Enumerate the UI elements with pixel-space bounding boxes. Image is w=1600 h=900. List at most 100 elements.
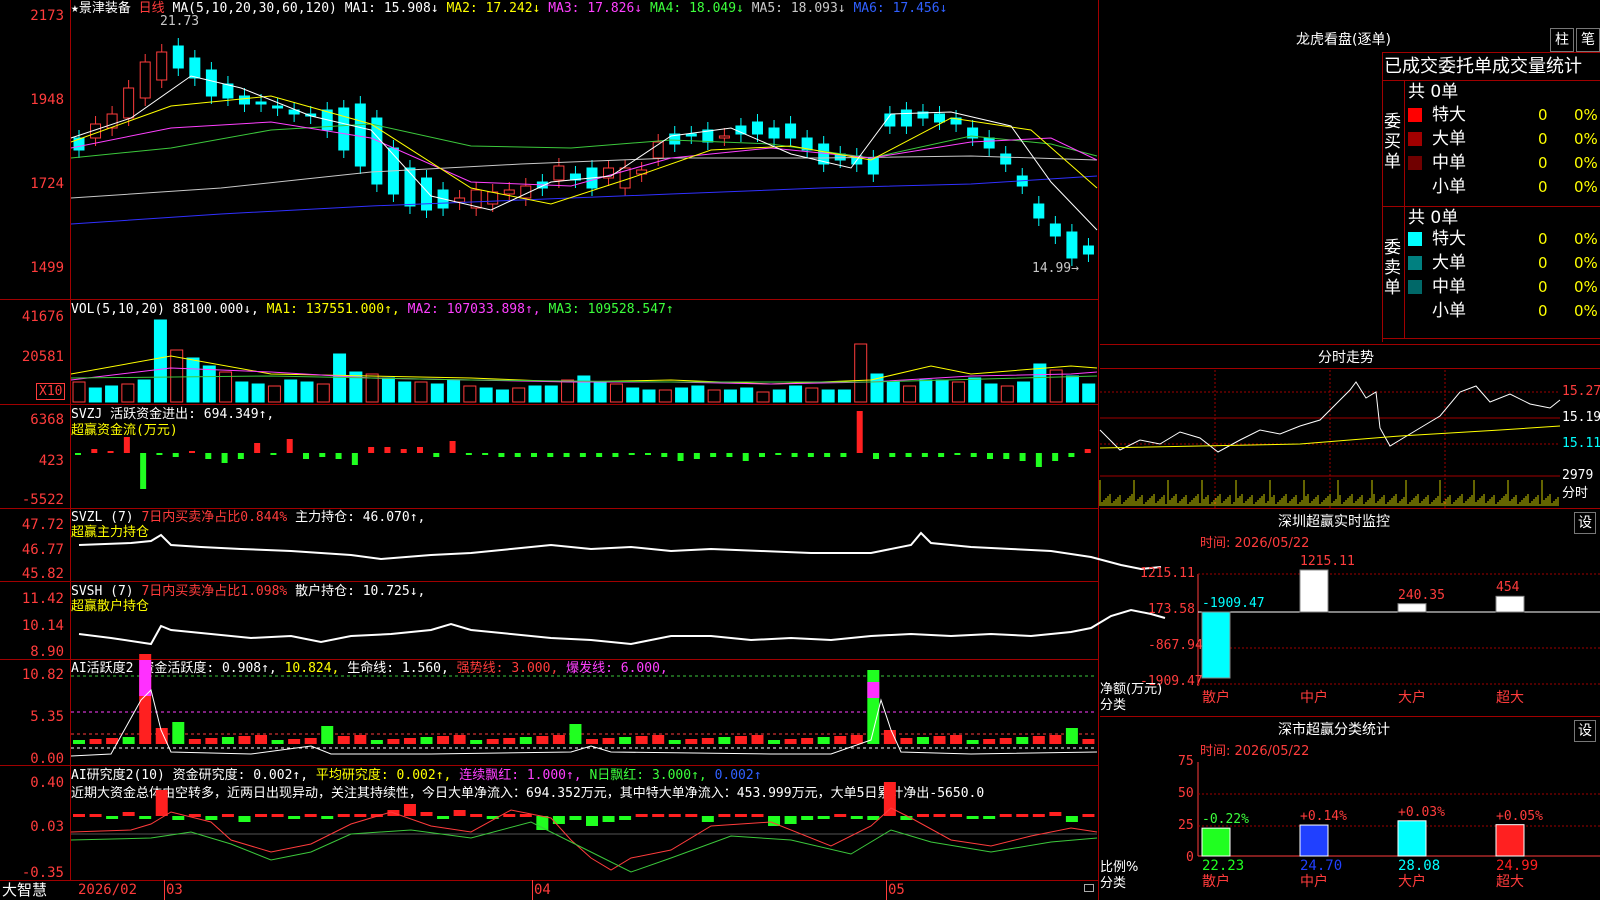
active-bar [983,739,996,744]
volume-bar [528,385,542,403]
intraday-price: 15.27 [1562,384,1600,399]
chart-area[interactable]: ★景津装备 日线 MA(5,10,20,30,60,120) MA1: 15.9… [0,0,1166,900]
stats2-value: 24.99 [1496,858,1539,874]
bar-mode-button[interactable]: 柱 [1550,28,1574,52]
intraday-title: 分时走势 [1318,350,1374,366]
ma6-line [70,175,1098,225]
vol-ma2: MA2: 107033.898↑, [407,302,541,317]
active-bar [73,740,85,744]
candle-body [189,57,201,79]
vol-value: 88100.000↓, [172,302,259,317]
volume-bar [837,389,851,403]
volume-bar [300,381,314,403]
fund-flow-bar [514,453,521,457]
stats2-bar [1201,827,1231,857]
volume-bar [951,381,965,403]
volume-bar [886,381,900,403]
active-bar [966,740,979,744]
fund-flow-bar [465,453,472,455]
svzl-ytick: 46.77 [21,542,64,558]
dragon-title: 龙虎看盘(逐单) [1296,32,1391,48]
fund-flow-bar [270,453,277,455]
active-bar [106,738,119,744]
active-bar [817,737,830,744]
order-qty: 0 [1538,278,1548,296]
volume-bar [707,389,721,403]
active-bar [205,738,218,744]
volume-bar [903,385,917,403]
lock-icon[interactable] [1084,884,1094,892]
right-panel: 龙虎看盘(逐单) 柱 笔 已成交委托单成交量统计 委买单 共 0单 特大 0 0% 大… [1099,0,1600,900]
fund-flow-bar [612,453,619,457]
active-bar [304,738,317,744]
tick-mode-button[interactable]: 笔 [1576,28,1600,52]
monitor-settings-button[interactable]: 设 [1574,512,1596,534]
volume-bar [1017,381,1031,403]
active-bar [768,740,781,744]
order-qty: 0 [1538,130,1548,148]
ai-research-label: AI研究度2(10) [71,768,165,783]
ai-research-chart[interactable] [70,782,1098,880]
active-bar [586,739,598,744]
active-bar [602,738,615,744]
volume-bar [333,353,347,403]
order-pct: 0% [1574,106,1598,124]
intraday-chart[interactable] [1099,370,1561,510]
research-bar [867,816,880,820]
fund-flow-chart[interactable] [71,405,1097,507]
candlestick-chart[interactable] [70,18,1098,298]
active-bar [337,736,350,744]
ai-active-chart[interactable] [70,654,1098,764]
intraday-price: 15.19 [1562,410,1600,425]
active-bar [221,737,234,744]
fund-flow-bar [498,453,505,457]
fund-flow-bar [628,453,635,455]
active-bar [519,737,532,744]
legend-swatch [1408,180,1422,194]
main-holding-chart[interactable] [71,509,1162,581]
candle-body [272,105,284,109]
volume-bar [251,383,265,403]
candle-body [900,109,912,127]
stock-name[interactable]: ★景津装备 [71,1,131,16]
research-bar [834,814,847,817]
volume-bar [854,343,868,403]
monitor-bar-label: 1215.11 [1300,554,1355,569]
ai-research-header: AI研究度2(10) 资金研究度: 0.002↑, 平均研究度: 0.002↑,… [71,768,762,784]
monitor-bar [1201,611,1231,679]
order-size-label: 中单 [1432,153,1466,173]
research-bar [453,810,466,816]
intraday-vol-unit: 分时 [1562,486,1589,501]
volume-bar [121,383,135,403]
research-bar [503,814,516,817]
active-bar [635,736,648,744]
research-bar [734,814,747,817]
order-qty: 0 [1538,106,1548,124]
fund-flow-bar [547,453,554,457]
research-bar [1016,814,1029,817]
volume-bar [430,383,444,403]
fund-flow-bar [921,453,928,457]
active-bar [933,736,946,744]
volume-bar [235,381,249,403]
order-size-label: 特大 [1432,105,1466,125]
research-bar [1049,812,1062,816]
volume-chart[interactable] [70,318,1098,403]
volume-bar [968,377,982,403]
legend-swatch [1408,256,1422,270]
active-bar [536,736,549,744]
research-bar [470,814,483,817]
research-bar [337,814,350,817]
retail-holding-chart[interactable] [71,582,1166,658]
stats2-date: 时间: 2026/05/22 [1200,744,1310,759]
candle-body [238,95,250,105]
svzl-ytick: 45.82 [21,566,64,582]
candle-body [718,135,730,139]
volume-bar [805,387,819,403]
vol-panel-header: VOL(5,10,20) 88100.000↓, MA1: 137551.000… [71,302,674,318]
fund-flow-bar [970,453,977,457]
research-bar [89,814,102,817]
buy-total: 共 0单 [1408,82,1459,102]
stats-settings-button[interactable]: 设 [1574,720,1596,742]
fund-flow-bar [156,453,163,455]
